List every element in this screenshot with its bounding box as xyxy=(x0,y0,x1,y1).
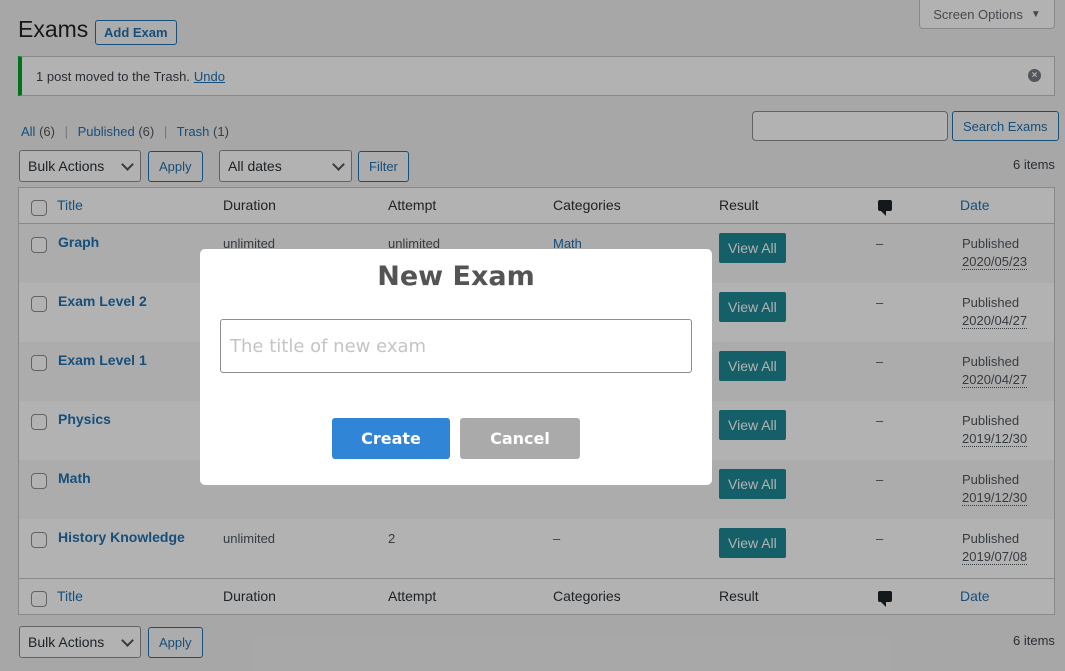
exam-title-input[interactable] xyxy=(220,319,692,373)
create-button[interactable]: Create xyxy=(332,418,450,459)
cancel-button[interactable]: Cancel xyxy=(460,418,580,459)
new-exam-modal: New Exam Create Cancel xyxy=(200,249,712,485)
modal-title: New Exam xyxy=(377,261,535,292)
